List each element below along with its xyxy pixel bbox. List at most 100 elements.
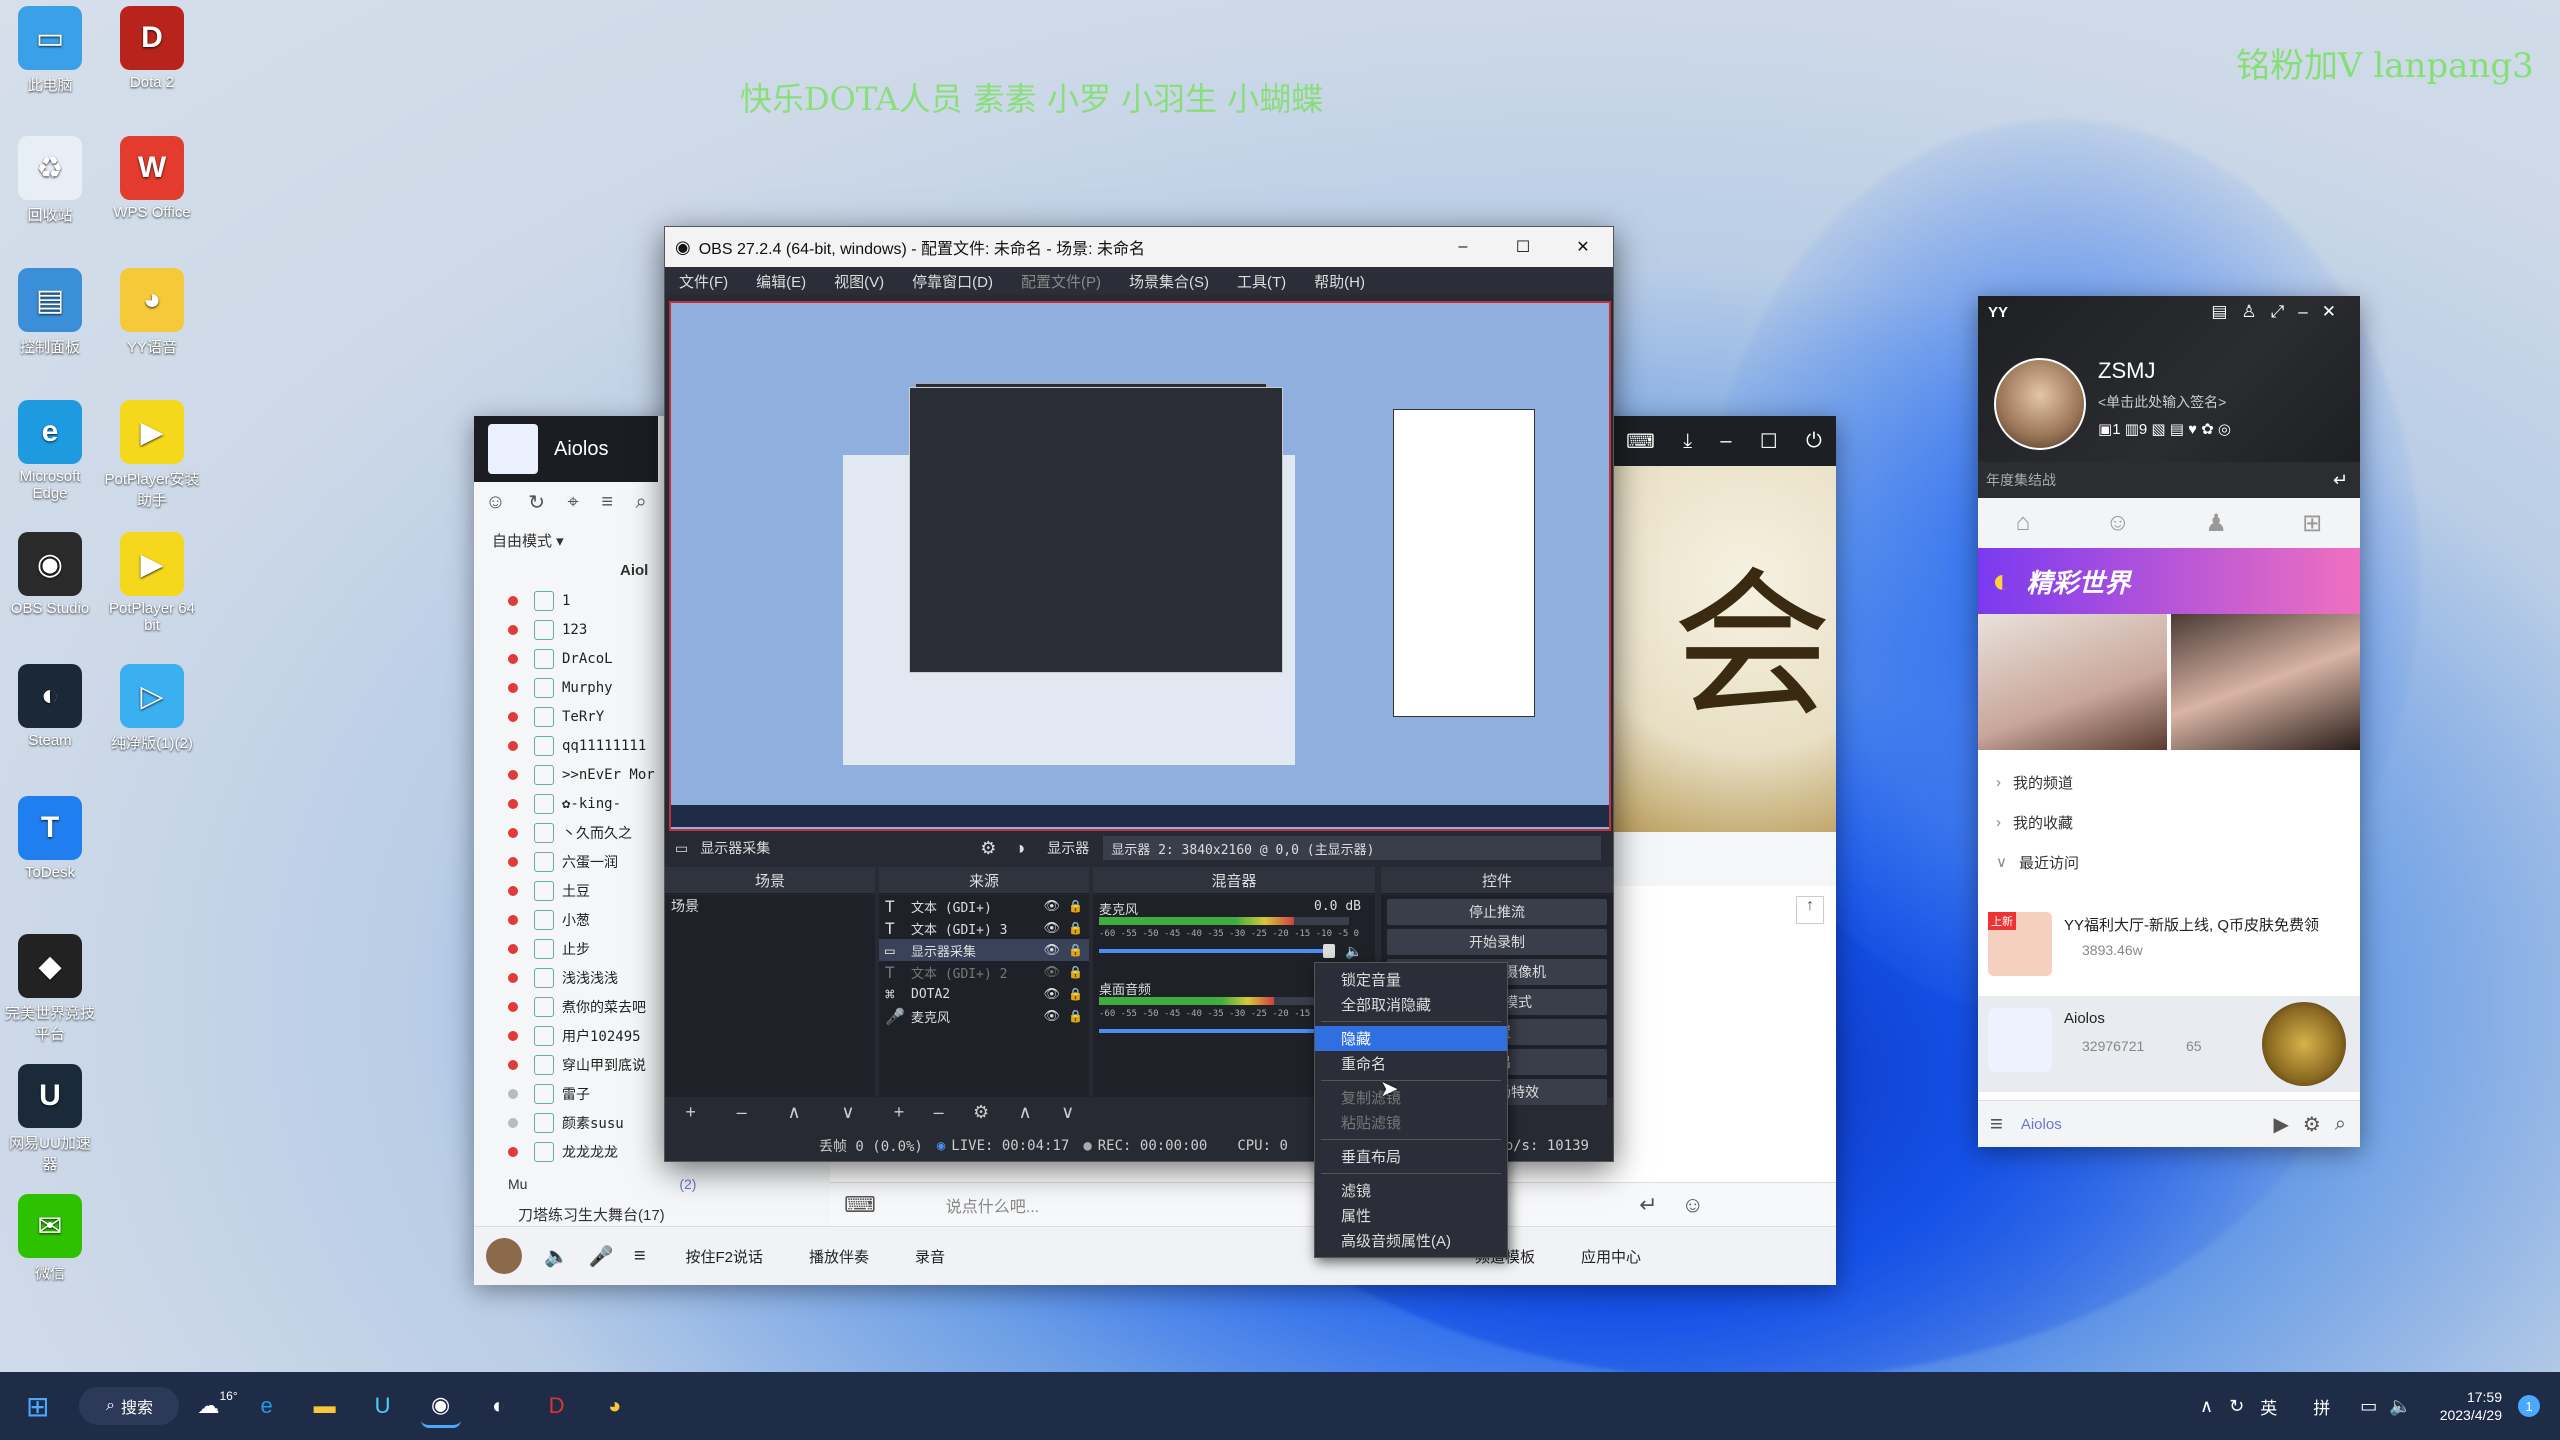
member-row[interactable]: 雷子 [474, 1079, 674, 1108]
volume-slider[interactable] [1099, 944, 1335, 958]
mute-speaker-icon[interactable]: 🔈 [1345, 943, 1362, 960]
source-settings-icon[interactable]: ⚙ [980, 838, 996, 859]
maximize-icon[interactable]: ☐ [1760, 429, 1778, 454]
lock-icon[interactable]: 🔒 [1068, 987, 1083, 1001]
tray-chevron-icon[interactable]: ∧ [2200, 1396, 2213, 1417]
minimize-icon[interactable]: – [1720, 430, 1731, 453]
desktop-icon[interactable]: D Dota 2 [104, 6, 200, 91]
visibility-eye-icon[interactable]: 👁 [1044, 965, 1061, 980]
recent-channel[interactable]: Aiolos 32976721 65 [1978, 996, 2360, 1092]
network-icon[interactable]: ▭ [2360, 1396, 2377, 1417]
member-row[interactable]: 煮你的菜去吧 [474, 992, 674, 1021]
control-button[interactable]: 停止推流 [1387, 899, 1607, 925]
obs-preview[interactable] [669, 301, 1611, 831]
obs-taskbar-icon[interactable]: ◉ [420, 1385, 461, 1428]
lock-icon[interactable]: 🔒 [1068, 921, 1083, 935]
profile-nickname[interactable]: ZSMJ [2098, 358, 2155, 384]
member-row[interactable]: 止步 [474, 934, 674, 963]
desktop-icon[interactable]: ▷ 纯净版(1)(2) [104, 664, 200, 753]
member-row[interactable]: ✿-king- [474, 789, 674, 818]
member-row[interactable]: 1 [474, 586, 674, 615]
obs-menu-item[interactable]: 编辑(E) [742, 271, 820, 292]
lang-indicator[interactable]: 英 [2260, 1394, 2277, 1419]
dota-taskbar-icon[interactable]: D [537, 1386, 577, 1426]
close-button[interactable]: ✕ [1553, 237, 1613, 257]
context-menu-item[interactable]: 隐藏 [1315, 1026, 1507, 1051]
lock-icon[interactable]: 🔒 [1068, 943, 1083, 957]
member-row[interactable]: 穿山甲到底说 [474, 1050, 674, 1079]
app-center-button[interactable]: 应用中心 [1581, 1246, 1641, 1267]
chat-input[interactable]: 说点什么吧... [946, 1193, 1039, 1217]
user-icon[interactable]: ☺ [485, 491, 505, 514]
source-item[interactable]: T 文本 (GDI+) 2 👁 🔒 [879, 961, 1089, 983]
member-row[interactable]: 用户102495 [474, 1021, 674, 1050]
power-icon[interactable]: ⏻ [1806, 430, 1822, 453]
clock[interactable]: 17:59 2023/4/29 [2440, 1388, 2502, 1424]
scenes-list[interactable]: 场景 [665, 895, 875, 1097]
volume-slider[interactable] [1099, 1024, 1335, 1038]
member-row[interactable]: >>nEvEr Mor [474, 760, 674, 789]
volume-slider-handle[interactable] [1323, 944, 1335, 958]
control-button[interactable]: 开始录制 [1387, 929, 1607, 955]
expand-icon[interactable]: ⤢ [2271, 302, 2299, 321]
book-icon[interactable]: ▤ [2211, 302, 2241, 321]
ime-indicator[interactable]: 拼 [2313, 1394, 2330, 1419]
desktop-icon[interactable]: ✉ 微信 [2, 1194, 98, 1283]
self-avatar[interactable] [486, 1238, 522, 1274]
desktop-icon[interactable]: ◕ YY语音 [104, 268, 200, 357]
source-gear-icon[interactable]: ⚙ [973, 1102, 989, 1123]
speaker-icon[interactable]: 🔈 [544, 1244, 569, 1269]
context-menu-item[interactable]: 重命名 [1315, 1051, 1507, 1076]
source-filter-icon[interactable]: ◑ [1014, 838, 1025, 859]
obs-menu-item[interactable]: 停靠窗口(D) [898, 271, 1007, 292]
member-row[interactable]: qq11111111 [474, 731, 674, 760]
settings-icon[interactable]: ⚙ [2303, 1112, 2321, 1137]
desktop-icon[interactable]: W WPS Office [104, 136, 200, 221]
yy-section-item[interactable]: › 我的频道 [1978, 762, 2360, 802]
obs-menu-item[interactable]: 配置文件(P) [1007, 271, 1115, 292]
download-icon[interactable]: ⤓ [1683, 430, 1692, 453]
source-item[interactable]: T 文本 (GDI+) 3 👁 🔒 [879, 917, 1089, 939]
search-icon[interactable]: ⌕ [636, 491, 647, 514]
context-menu-item[interactable]: 滤镜 [1315, 1178, 1507, 1203]
menu-icon[interactable]: ≡ [1990, 1111, 2003, 1137]
visibility-eye-icon[interactable]: 👁 [1044, 899, 1061, 914]
add-source-icon[interactable]: + [894, 1102, 905, 1123]
search-icon[interactable]: ⌕ [2335, 1113, 2346, 1136]
recent-channel[interactable]: YY福利大厅-新版上线, Q币皮肤免费领 3893.46w 上新 [1978, 900, 2360, 996]
footer-row-mu[interactable]: Mu (2) [508, 1176, 696, 1192]
mixer-context-menu[interactable]: 锁定音量 全部取消隐藏 隐藏 重命名 复制滤镜 粘贴滤镜 垂直布局 滤镜 属性 高级音频属性(A) [1314, 962, 1508, 1258]
desktop-icon[interactable]: T ToDesk [2, 796, 98, 881]
footer-row-group[interactable]: 刀塔练习生大舞台(17) [518, 1204, 665, 1225]
search-box[interactable]: ⌕ 搜索 [79, 1387, 180, 1425]
obs-titlebar[interactable]: ◉ OBS 27.2.4 (64-bit, windows) - 配置文件: 未… [665, 227, 1613, 267]
source-item[interactable]: ▭ 显示器采集 👁 🔒 [879, 939, 1089, 961]
desktop-icon[interactable]: ▶ PotPlayer安装助手 [104, 400, 200, 510]
explorer-taskbar-icon[interactable]: ▬ [305, 1386, 345, 1426]
f2-talk-button[interactable]: 按住F2说话 [685, 1246, 763, 1267]
desktop-icon[interactable]: ♻ 回收站 [2, 136, 98, 225]
member-row[interactable]: 龙龙龙龙 [474, 1137, 674, 1166]
start-icon[interactable]: ⊞ [26, 1390, 49, 1423]
enter-icon[interactable]: ↵ [2333, 470, 2348, 491]
source-item[interactable]: 🎤 麦克风 👁 🔒 [879, 1005, 1089, 1027]
lock-icon[interactable]: 🔒 [1068, 965, 1083, 979]
edge-taskbar-icon[interactable]: e [247, 1386, 287, 1426]
minimize-button[interactable]: – [1433, 238, 1493, 256]
member-row[interactable]: 小葱 [474, 905, 674, 934]
send-icon[interactable]: ↵ [1639, 1192, 1657, 1218]
member-row[interactable]: 浅浅浅浅 [474, 963, 674, 992]
lock-icon[interactable]: 🔒 [1068, 899, 1083, 913]
member-row[interactable]: 六蛋一润 [474, 847, 674, 876]
source-down-icon[interactable]: ∨ [1061, 1102, 1074, 1123]
member-row[interactable]: TeRrY [474, 702, 674, 731]
source-item[interactable]: ⌘ DOTA2 👁 🔒 [879, 983, 1089, 1005]
play-music-button[interactable]: 播放伴奏 [809, 1246, 869, 1267]
yy-section-item[interactable]: ∨ 最近访问 [1978, 842, 2360, 882]
volume-icon[interactable]: 🔈 [2389, 1396, 2411, 1417]
member-row[interactable]: 土豆 [474, 876, 674, 905]
move-up-icon[interactable]: ∧ [787, 1102, 800, 1123]
context-menu-item[interactable]: 垂直布局 [1315, 1144, 1507, 1169]
yy-main-panel[interactable]: YY ▤♙⤢–✕ ZSMJ <单击此处输入签名> ▣1 ▥9 ▧ ▤ ♥ ✿ ◎… [1978, 296, 2360, 1147]
context-menu-item[interactable]: 全部取消隐藏 [1315, 992, 1507, 1017]
